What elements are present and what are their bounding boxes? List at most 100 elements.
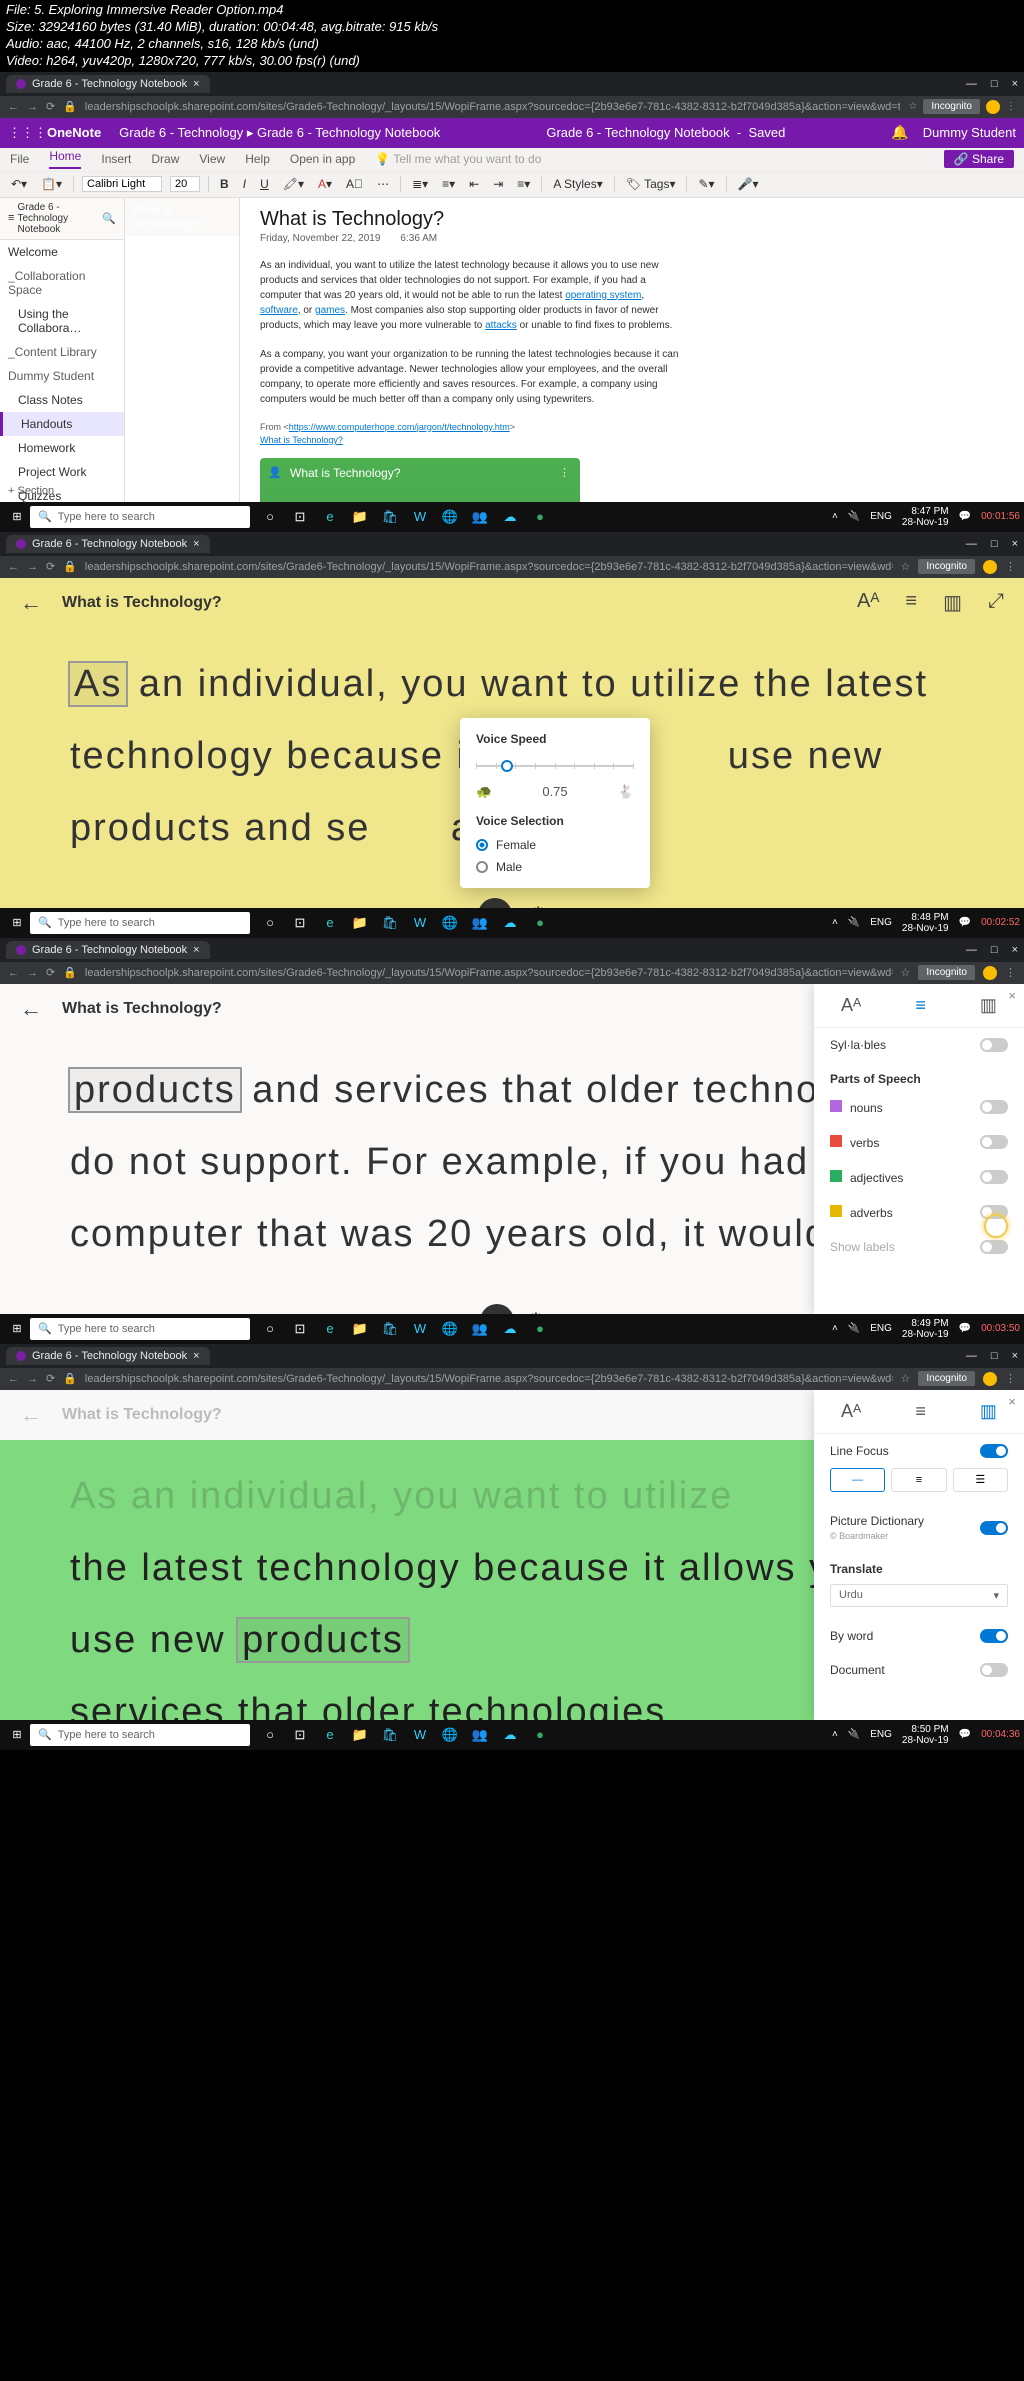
tab-file[interactable]: File: [10, 152, 29, 166]
share-button[interactable]: 🔗 Share: [944, 150, 1014, 168]
section-using-collab[interactable]: Using the Collabora…: [0, 302, 124, 340]
panel-close-icon[interactable]: ×: [1008, 1394, 1016, 1409]
reading-prefs-tab[interactable]: ▥: [980, 1401, 997, 1422]
browser-tab[interactable]: Grade 6 - Technology Notebook×: [6, 941, 210, 959]
text-prefs-icon[interactable]: Aᴬ: [857, 590, 879, 615]
radio-female[interactable]: Female: [476, 838, 634, 852]
document-toggle[interactable]: [980, 1663, 1008, 1677]
voice-settings-icon[interactable]: ⚙: [528, 1310, 544, 1314]
radio-male[interactable]: Male: [476, 860, 634, 874]
paste-icon[interactable]: 📋▾: [38, 177, 65, 191]
clear-format-button[interactable]: A⃠: [343, 177, 366, 191]
back-arrow-icon[interactable]: ←: [20, 590, 42, 616]
menu-icon[interactable]: ⋮: [1005, 560, 1016, 573]
back-arrow-icon[interactable]: ←: [20, 1402, 42, 1428]
section-homework[interactable]: Homework: [0, 436, 124, 460]
more-icon[interactable]: ⋯: [374, 177, 392, 191]
by-word-toggle[interactable]: [980, 1629, 1008, 1643]
nav-back-icon[interactable]: ←: [8, 101, 19, 113]
profile-avatar[interactable]: [983, 560, 997, 574]
task-view-icon[interactable]: ⊡: [286, 506, 314, 528]
text-prefs-tab[interactable]: Aᴬ: [841, 1401, 861, 1422]
profile-avatar[interactable]: [986, 100, 1000, 114]
section-collab[interactable]: _Collaboration Space: [0, 264, 124, 302]
section-class-notes[interactable]: Class Notes: [0, 388, 124, 412]
fullscreen-icon[interactable]: ⤢: [988, 590, 1004, 615]
open-in-app[interactable]: Open in app: [290, 152, 355, 166]
nav-back-icon[interactable]: ←: [8, 561, 19, 573]
pic-dict-toggle[interactable]: [980, 1521, 1008, 1535]
add-page-button[interactable]: + Page: [125, 488, 163, 502]
translate-language-select[interactable]: Urdu▾: [830, 1584, 1008, 1607]
styles-button[interactable]: A Styles▾: [550, 177, 605, 191]
tray-lang[interactable]: ENG: [870, 511, 892, 522]
teams-icon[interactable]: 👥: [466, 506, 494, 528]
paragraph-1[interactable]: As an individual, you want to utilize th…: [260, 258, 680, 333]
word-icon[interactable]: W: [406, 506, 434, 528]
nouns-toggle[interactable]: [980, 1100, 1008, 1114]
tell-me[interactable]: Tell me what you want to do: [393, 152, 541, 166]
close-tab-icon[interactable]: ×: [193, 78, 199, 90]
text-prefs-tab[interactable]: Aᴬ: [841, 995, 861, 1016]
camtasia-icon[interactable]: ●: [526, 506, 554, 528]
play-button[interactable]: ▶: [480, 1304, 514, 1313]
grammar-icon[interactable]: ≡: [905, 590, 917, 615]
show-labels-toggle[interactable]: [980, 1240, 1008, 1254]
panel-close-icon[interactable]: ×: [1008, 988, 1016, 1003]
tray-power-icon[interactable]: 🔌: [848, 511, 860, 522]
back-arrow-icon[interactable]: ←: [20, 996, 42, 1022]
star-icon[interactable]: ☆: [908, 101, 917, 112]
nav-reload-icon[interactable]: ⟳: [46, 100, 55, 113]
notebook-title[interactable]: ≡ Grade 6 - Technology Notebook 🔍: [0, 198, 124, 240]
app-launcher-icon[interactable]: ⋮⋮⋮: [8, 125, 47, 141]
font-family[interactable]: [82, 176, 162, 192]
address-bar[interactable]: leadershipschoolpk.sharepoint.com/sites/…: [85, 101, 901, 113]
verbs-toggle[interactable]: [980, 1135, 1008, 1149]
line-focus-toggle[interactable]: [980, 1444, 1008, 1458]
section-handouts[interactable]: Handouts: [0, 412, 124, 436]
adj-toggle[interactable]: [980, 1170, 1008, 1184]
tray-clock[interactable]: 8:47 PM28-Nov-19: [902, 506, 949, 528]
onedrive-icon[interactable]: ☁: [496, 506, 524, 528]
dictate-button[interactable]: 🎤▾: [735, 177, 762, 191]
bullets-button[interactable]: ≣▾: [409, 177, 431, 191]
source-link[interactable]: What is Technology?: [260, 435, 343, 445]
reading-prefs-icon[interactable]: ▥: [943, 590, 962, 615]
user-name[interactable]: Dummy Student: [923, 125, 1016, 140]
italic-button[interactable]: I: [240, 177, 249, 191]
page-title[interactable]: What is Technology?: [260, 208, 1004, 231]
font-color-button[interactable]: A▾: [315, 177, 335, 191]
tray-up-icon[interactable]: ˄: [832, 511, 838, 522]
voice-settings-icon[interactable]: ⚙: [530, 904, 546, 908]
reading-prefs-tab[interactable]: ▥: [980, 995, 997, 1016]
section-dummy-student[interactable]: Dummy Student: [0, 364, 124, 388]
link-attacks[interactable]: attacks: [485, 320, 517, 331]
tab-home[interactable]: Home: [49, 149, 81, 169]
browser-tab[interactable]: Grade 6 - Technology Notebook ×: [6, 75, 210, 93]
tab-draw[interactable]: Draw: [151, 152, 179, 166]
grammar-tab[interactable]: ≡: [915, 995, 926, 1016]
paragraph-2[interactable]: As a company, you want your organization…: [260, 347, 680, 407]
highlight-button[interactable]: 🖍▾: [280, 177, 307, 191]
start-button[interactable]: ⊞: [4, 510, 30, 523]
cortana-icon[interactable]: ○: [256, 506, 284, 528]
nav-fwd-icon[interactable]: →: [27, 561, 38, 573]
add-section-button[interactable]: + Section: [0, 480, 62, 502]
tab-insert[interactable]: Insert: [101, 152, 131, 166]
notification-icon[interactable]: 💬: [959, 511, 971, 522]
taskbar-search[interactable]: 🔍 Type here to search: [30, 912, 250, 934]
window-close[interactable]: ×: [1012, 78, 1018, 90]
taskbar-search[interactable]: 🔍 Type here to search: [30, 506, 250, 528]
breadcrumb[interactable]: Grade 6 - Technology ▸ Grade 6 - Technol…: [119, 125, 440, 141]
bold-button[interactable]: B: [217, 177, 232, 191]
link-os[interactable]: operating system: [565, 290, 641, 301]
window-maximize[interactable]: □: [991, 538, 998, 550]
source-url[interactable]: https://www.computerhope.com/jargon/t/te…: [289, 422, 510, 432]
window-minimize[interactable]: —: [966, 78, 977, 90]
tag-button[interactable]: 🏷 Tags▾: [623, 177, 679, 191]
link-games[interactable]: games: [315, 305, 345, 316]
indent-button[interactable]: ⇥: [490, 177, 506, 191]
chrome-icon[interactable]: 🌐: [436, 506, 464, 528]
grammar-tab[interactable]: ≡: [915, 1401, 926, 1422]
syllables-toggle[interactable]: [980, 1038, 1008, 1052]
